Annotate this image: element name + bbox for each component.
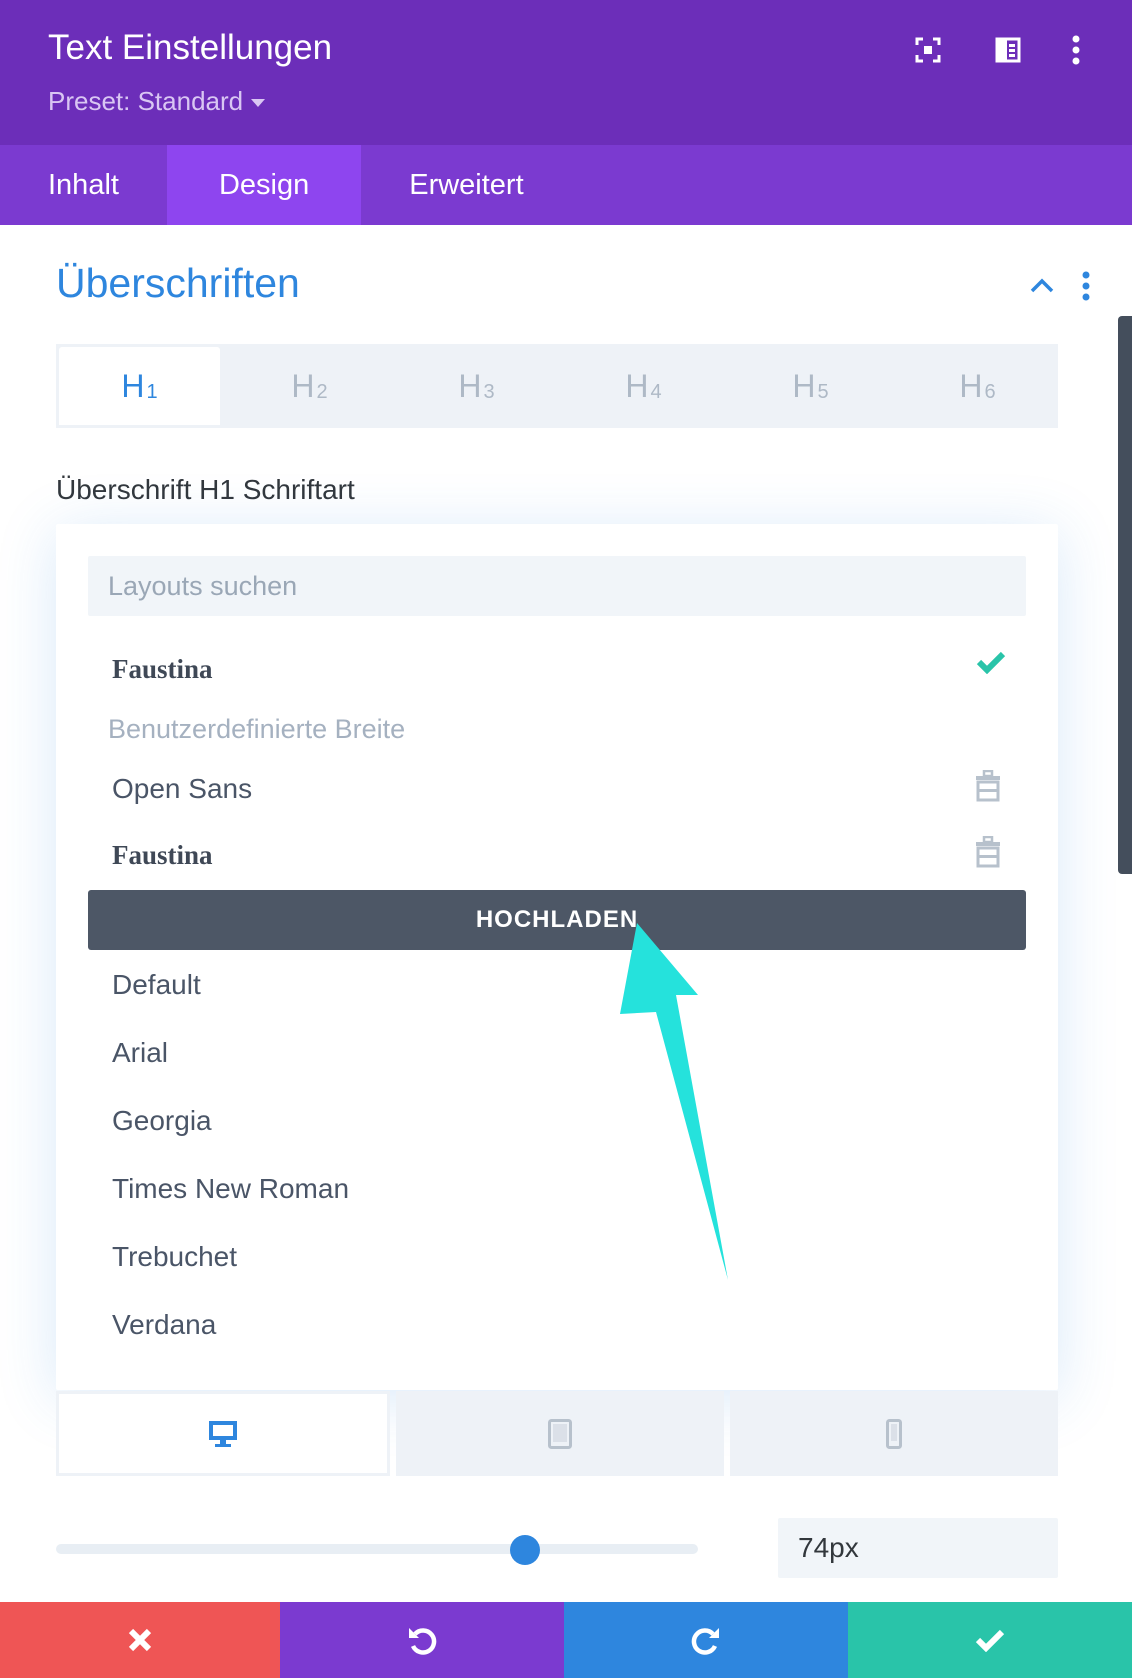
font-size-slider-handle[interactable] bbox=[509, 1535, 540, 1565]
heading-level-tabs: H1 H2 H3 H4 H5 H6 bbox=[56, 344, 1058, 428]
check-icon bbox=[976, 650, 1006, 679]
redo-icon bbox=[691, 1628, 719, 1655]
close-icon bbox=[128, 1628, 152, 1652]
upload-font-button[interactable]: HOCHLADEN bbox=[88, 890, 1026, 950]
font-option[interactable]: Trebuchet bbox=[112, 1232, 237, 1282]
font-size-input[interactable] bbox=[778, 1518, 1058, 1578]
trash-icon[interactable] bbox=[974, 769, 1002, 802]
undo-icon bbox=[409, 1628, 437, 1655]
tab-design[interactable]: Design bbox=[166, 145, 362, 225]
scrollbar[interactable] bbox=[1118, 316, 1132, 874]
preset-selector[interactable]: Preset: Standard bbox=[48, 86, 266, 117]
tab-erweitert[interactable]: Erweitert bbox=[361, 145, 571, 225]
chevron-up-icon[interactable] bbox=[1022, 266, 1062, 306]
save-button[interactable] bbox=[848, 1602, 1132, 1678]
font-option-custom[interactable]: Faustina bbox=[112, 830, 213, 880]
settings-tabs: Inhalt Design Erweitert bbox=[0, 145, 1132, 225]
tablet-tab[interactable] bbox=[396, 1391, 724, 1476]
footer-actions bbox=[0, 1602, 1132, 1678]
custom-fonts-group-label: Benutzerdefinierte Breite bbox=[108, 714, 406, 744]
tab-h4[interactable]: H4 bbox=[563, 344, 724, 428]
phone-tab[interactable] bbox=[730, 1391, 1058, 1476]
sidebar-layout-icon[interactable] bbox=[988, 30, 1028, 70]
check-icon bbox=[975, 1629, 1005, 1652]
font-dropdown: Faustina Benutzerdefinierte Breite Open … bbox=[56, 524, 1058, 1390]
modal-title: Text Einstellungen bbox=[48, 28, 333, 67]
trash-icon[interactable] bbox=[974, 835, 1002, 868]
font-option-custom[interactable]: Open Sans bbox=[112, 764, 252, 814]
font-option-selected[interactable]: Faustina bbox=[112, 644, 213, 694]
tablet-icon bbox=[548, 1418, 572, 1449]
tab-inhalt[interactable]: Inhalt bbox=[0, 145, 167, 225]
font-option[interactable]: Default bbox=[112, 960, 201, 1010]
font-field-label: Überschrift H1 Schriftart bbox=[56, 474, 355, 505]
redo-button[interactable] bbox=[564, 1602, 848, 1678]
font-option[interactable]: Verdana bbox=[112, 1300, 216, 1350]
focus-icon[interactable] bbox=[908, 30, 948, 70]
tab-h3[interactable]: H3 bbox=[396, 344, 557, 428]
font-search-input[interactable] bbox=[88, 556, 1026, 616]
modal-header: Text Einstellungen Preset: Standard bbox=[0, 0, 1132, 145]
font-option[interactable]: Georgia bbox=[112, 1096, 212, 1146]
font-option[interactable]: Arial bbox=[112, 1028, 168, 1078]
more-vertical-icon[interactable] bbox=[1056, 30, 1096, 70]
section-more-icon[interactable] bbox=[1066, 266, 1106, 306]
tab-h2[interactable]: H2 bbox=[229, 344, 390, 428]
desktop-icon bbox=[209, 1420, 237, 1447]
tab-h1[interactable]: H1 bbox=[56, 344, 223, 428]
font-size-slider-track[interactable] bbox=[56, 1544, 698, 1554]
font-option[interactable]: Times New Roman bbox=[112, 1164, 349, 1214]
desktop-tab[interactable] bbox=[56, 1391, 390, 1476]
phone-icon bbox=[886, 1418, 902, 1449]
preset-label: Preset: Standard bbox=[48, 86, 244, 116]
cancel-button[interactable] bbox=[0, 1602, 280, 1678]
device-tabs bbox=[56, 1391, 1058, 1476]
caret-down-icon bbox=[251, 99, 266, 108]
settings-modal: Text Einstellungen Preset: Standard Inha… bbox=[0, 0, 1132, 1678]
tab-h6[interactable]: H6 bbox=[897, 344, 1058, 428]
tab-h5[interactable]: H5 bbox=[730, 344, 891, 428]
undo-button[interactable] bbox=[280, 1602, 564, 1678]
section-title[interactable]: Überschriften bbox=[56, 260, 300, 307]
